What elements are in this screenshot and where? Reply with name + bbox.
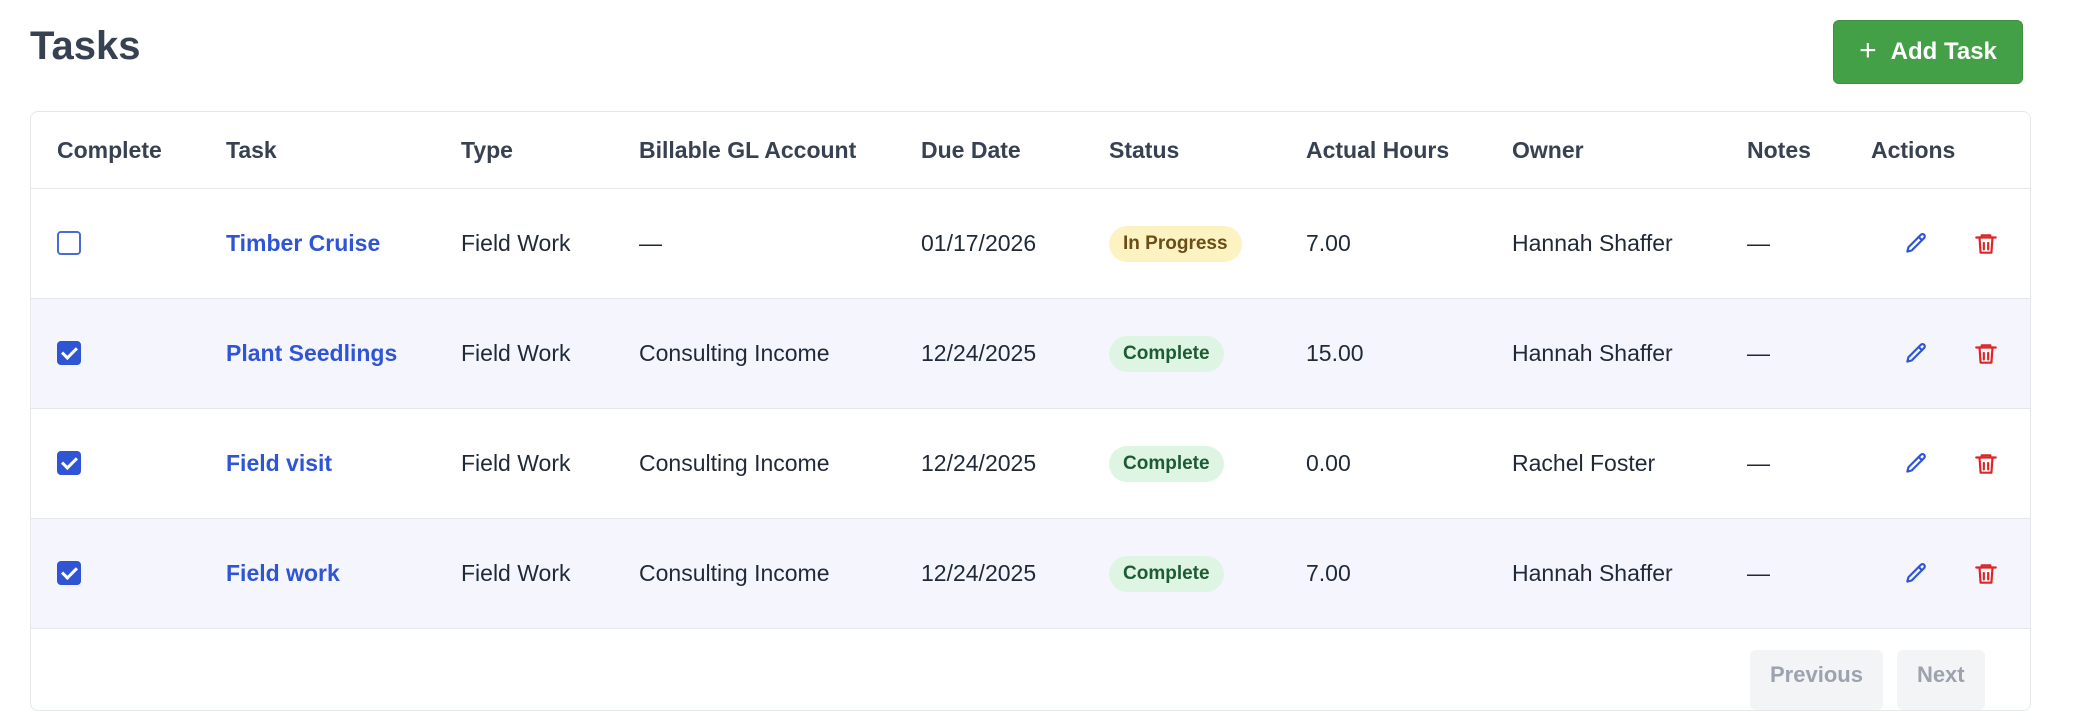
page-title: Tasks — [30, 24, 141, 68]
complete-checkbox[interactable] — [57, 230, 81, 255]
notes-cell: — — [1747, 188, 1871, 299]
task-cell: Plant Seedlings — [226, 298, 461, 409]
due-date-cell: 01/17/2026 — [921, 188, 1109, 299]
col-header-gl-account: Billable GL Account — [639, 112, 921, 189]
table-row: Field work Field Work Consulting Income 12/… — [31, 518, 2030, 629]
pencil-icon[interactable] — [1901, 559, 1931, 589]
type-cell: Field Work — [461, 408, 639, 519]
tasks-table: Complete Task Type Billable GL Account D… — [31, 112, 2030, 629]
notes-cell: — — [1747, 298, 1871, 409]
table-header-row: Complete Task Type Billable GL Account D… — [31, 112, 2030, 189]
status-badge: Complete — [1109, 445, 1224, 482]
col-header-actual-hours: Actual Hours — [1306, 112, 1512, 189]
plus-icon: + — [1859, 34, 1877, 67]
actions-cell — [1871, 518, 2030, 629]
next-button[interactable]: Next — [1896, 650, 1985, 710]
owner-cell: Hannah Shaffer — [1512, 298, 1747, 409]
due-date-cell: 12/24/2025 — [921, 408, 1109, 519]
col-header-due-date: Due Date — [921, 112, 1109, 189]
col-header-notes: Notes — [1747, 112, 1871, 189]
table-row: Timber Cruise Field Work —01/17/2026 In Pro… — [31, 188, 2030, 299]
previous-button[interactable]: Previous — [1750, 650, 1883, 710]
col-header-actions: Actions — [1871, 112, 2030, 189]
gl-account-cell: Consulting Income — [639, 518, 921, 629]
status-cell: In Progress — [1109, 188, 1306, 299]
trash-icon[interactable] — [1971, 559, 2001, 589]
hours-cell: 0.00 — [1306, 408, 1512, 519]
col-header-task: Task — [226, 112, 461, 189]
task-link[interactable]: Plant Seedlings — [226, 340, 397, 366]
pagination: Previous Next — [1750, 650, 1985, 710]
col-header-status: Status — [1109, 112, 1306, 189]
complete-checkbox[interactable] — [57, 560, 81, 585]
trash-icon[interactable] — [1971, 339, 2001, 369]
table-row: Plant Seedlings Field Work Consulting Inco… — [31, 298, 2030, 409]
col-header-type: Type — [461, 112, 639, 189]
pencil-icon[interactable] — [1901, 339, 1931, 369]
pencil-icon[interactable] — [1901, 229, 1931, 259]
type-cell: Field Work — [461, 188, 639, 299]
gl-account-cell: Consulting Income — [639, 298, 921, 409]
hours-cell: 7.00 — [1306, 518, 1512, 629]
trash-icon[interactable] — [1971, 449, 2001, 479]
due-date-cell: 12/24/2025 — [921, 518, 1109, 629]
complete-cell — [31, 298, 226, 409]
task-link[interactable]: Field work — [226, 560, 340, 586]
task-cell: Timber Cruise — [226, 188, 461, 299]
type-cell: Field Work — [461, 518, 639, 629]
task-cell: Field work — [226, 518, 461, 629]
actions-cell — [1871, 408, 2030, 519]
col-header-owner: Owner — [1512, 112, 1747, 189]
owner-cell: Hannah Shaffer — [1512, 518, 1747, 629]
status-badge: Complete — [1109, 335, 1224, 372]
tasks-table-card: Complete Task Type Billable GL Account D… — [30, 111, 2031, 711]
gl-account-cell: Consulting Income — [639, 408, 921, 519]
complete-cell — [31, 188, 226, 299]
notes-cell: — — [1747, 408, 1871, 519]
owner-cell: Hannah Shaffer — [1512, 188, 1747, 299]
trash-icon[interactable] — [1971, 229, 2001, 259]
status-cell: Complete — [1109, 298, 1306, 409]
actions-cell — [1871, 188, 2030, 299]
hours-cell: 7.00 — [1306, 188, 1512, 299]
complete-checkbox[interactable] — [57, 450, 81, 475]
table-row: Field visit Field Work Consulting Income 12… — [31, 408, 2030, 519]
complete-cell — [31, 408, 226, 519]
type-cell: Field Work — [461, 298, 639, 409]
actions-cell — [1871, 298, 2030, 409]
gl-account-cell: — — [639, 188, 921, 299]
task-link[interactable]: Timber Cruise — [226, 230, 380, 256]
pencil-icon[interactable] — [1901, 449, 1931, 479]
complete-checkbox[interactable] — [57, 340, 81, 365]
add-task-label: Add Task — [1890, 38, 1997, 65]
add-task-button[interactable]: + Add Task — [1833, 20, 2023, 84]
task-cell: Field visit — [226, 408, 461, 519]
col-header-complete: Complete — [31, 112, 226, 189]
due-date-cell: 12/24/2025 — [921, 298, 1109, 409]
task-link[interactable]: Field visit — [226, 450, 332, 476]
status-cell: Complete — [1109, 408, 1306, 519]
notes-cell: — — [1747, 518, 1871, 629]
status-badge: In Progress — [1109, 225, 1242, 262]
owner-cell: Rachel Foster — [1512, 408, 1747, 519]
complete-cell — [31, 518, 226, 629]
status-cell: Complete — [1109, 518, 1306, 629]
hours-cell: 15.00 — [1306, 298, 1512, 409]
status-badge: Complete — [1109, 555, 1224, 592]
